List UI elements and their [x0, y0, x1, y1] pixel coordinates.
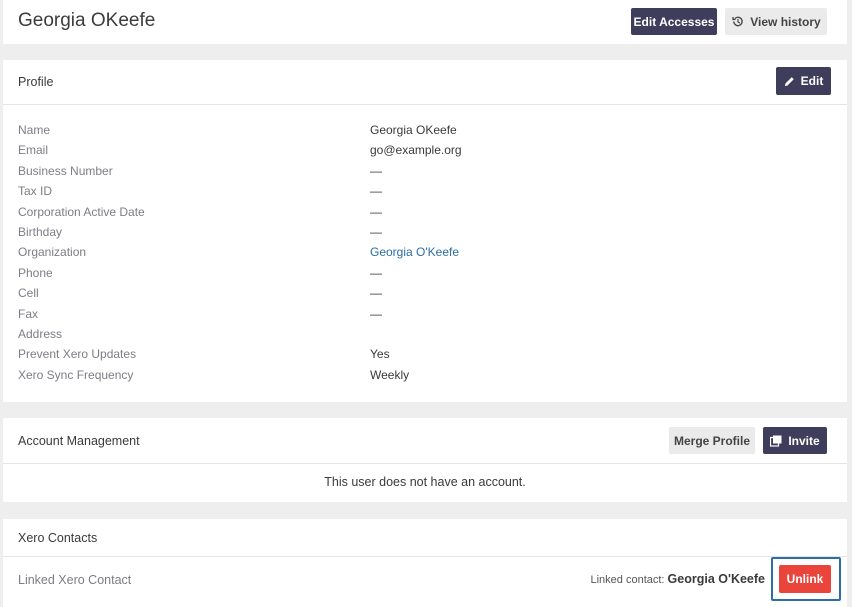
account-management-card: Account Management Merge Profile Invite …: [3, 418, 847, 502]
xero-contacts-card: Xero Contacts Linked Xero Contact Linked…: [3, 519, 847, 607]
merge-profile-button[interactable]: Merge Profile: [669, 427, 755, 454]
profile-edit-button[interactable]: Edit: [776, 67, 831, 95]
profile-field-label: Tax ID: [18, 184, 53, 199]
profile-field-value: —: [370, 306, 382, 321]
profile-field-value: —: [370, 265, 382, 280]
profile-row: Prevent Xero Updates Yes: [18, 347, 818, 367]
profile-field-value: go@example.org: [370, 143, 462, 158]
linked-contact-prefix: Linked contact:: [590, 574, 665, 586]
profile-field-value: —: [370, 225, 382, 239]
profile-row: Phone —: [18, 266, 818, 286]
unlink-button[interactable]: Unlink: [779, 565, 831, 593]
history-icon: [731, 15, 744, 28]
profile-header: Profile Edit: [3, 60, 847, 105]
linked-xero-contact-label: Linked Xero Contact: [18, 573, 132, 587]
profile-field-label: Fax: [18, 306, 39, 321]
profile-field-value: —: [370, 286, 382, 301]
edit-accesses-label: Edit Accesses: [633, 14, 715, 29]
account-management-title: Account Management: [18, 434, 140, 448]
profile-row: Address: [18, 327, 818, 347]
edit-accesses-button[interactable]: Edit Accesses: [631, 8, 717, 35]
pencil-icon: [784, 76, 795, 87]
profile-row: Tax ID —: [18, 184, 818, 204]
profile-field-label: Corporation Active Date: [18, 204, 145, 219]
linked-contact-name: Georgia O'Keefe: [667, 572, 765, 586]
profile-row: Corporation Active Date —: [18, 205, 818, 225]
xero-contacts-header: Xero Contacts: [3, 519, 847, 557]
profile-field-value: —: [370, 184, 382, 199]
no-account-message: This user does not have an account.: [324, 475, 526, 489]
profile-field-label: Phone: [18, 265, 53, 280]
page-title: Georgia OKeefe: [18, 10, 156, 31]
profile-row: Birthday —: [18, 225, 818, 245]
invite-icon: [770, 435, 782, 447]
profile-row: Fax —: [18, 307, 818, 327]
profile-field-value: Georgia OKeefe: [370, 123, 457, 137]
profile-field-label: Birthday: [18, 225, 63, 239]
profile-title: Profile: [18, 75, 54, 89]
profile-row: Xero Sync Frequency Weekly: [18, 368, 818, 388]
xero-contacts-title: Xero Contacts: [18, 531, 98, 545]
profile-field-label: Prevent Xero Updates: [18, 347, 137, 362]
profile-field-label: Xero Sync Frequency: [18, 367, 134, 382]
profile-field-value: —: [370, 204, 382, 219]
view-history-button[interactable]: View history: [725, 8, 827, 35]
page-header: Georgia OKeefe Edit Accesses View histor…: [3, 0, 847, 44]
profile-edit-label: Edit: [800, 74, 824, 88]
account-management-header: Account Management Merge Profile Invite: [3, 418, 847, 464]
profile-card: Profile Edit Name Georgia OKeefe Email go@e…: [3, 60, 847, 402]
profile-field-label: Email: [18, 143, 49, 158]
profile-field-label: Cell: [18, 286, 39, 301]
profile-row: Email go@example.org: [18, 143, 818, 163]
profile-field-value: Weekly: [370, 367, 410, 382]
view-history-label: View history: [750, 14, 821, 29]
linked-contact-info: Linked contact: Georgia O'Keefe: [590, 572, 765, 586]
invite-label: Invite: [788, 433, 820, 448]
unlink-label: Unlink: [786, 572, 824, 586]
profile-row: Cell —: [18, 286, 818, 306]
profile-field-label: Business Number: [18, 163, 113, 178]
profile-field-label: Organization: [18, 245, 87, 260]
merge-profile-label: Merge Profile: [673, 433, 751, 448]
profile-row: Business Number —: [18, 164, 818, 184]
organization-link[interactable]: Georgia O'Keefe: [370, 245, 459, 259]
profile-field-label: Address: [18, 327, 63, 341]
profile-field-label: Name: [18, 123, 51, 137]
profile-row: Name Georgia OKeefe: [18, 123, 818, 143]
profile-field-value: —: [370, 163, 382, 178]
invite-button[interactable]: Invite: [763, 427, 827, 454]
profile-row: Organization Georgia O'Keefe: [18, 245, 818, 265]
profile-field-value: Yes: [370, 347, 390, 362]
